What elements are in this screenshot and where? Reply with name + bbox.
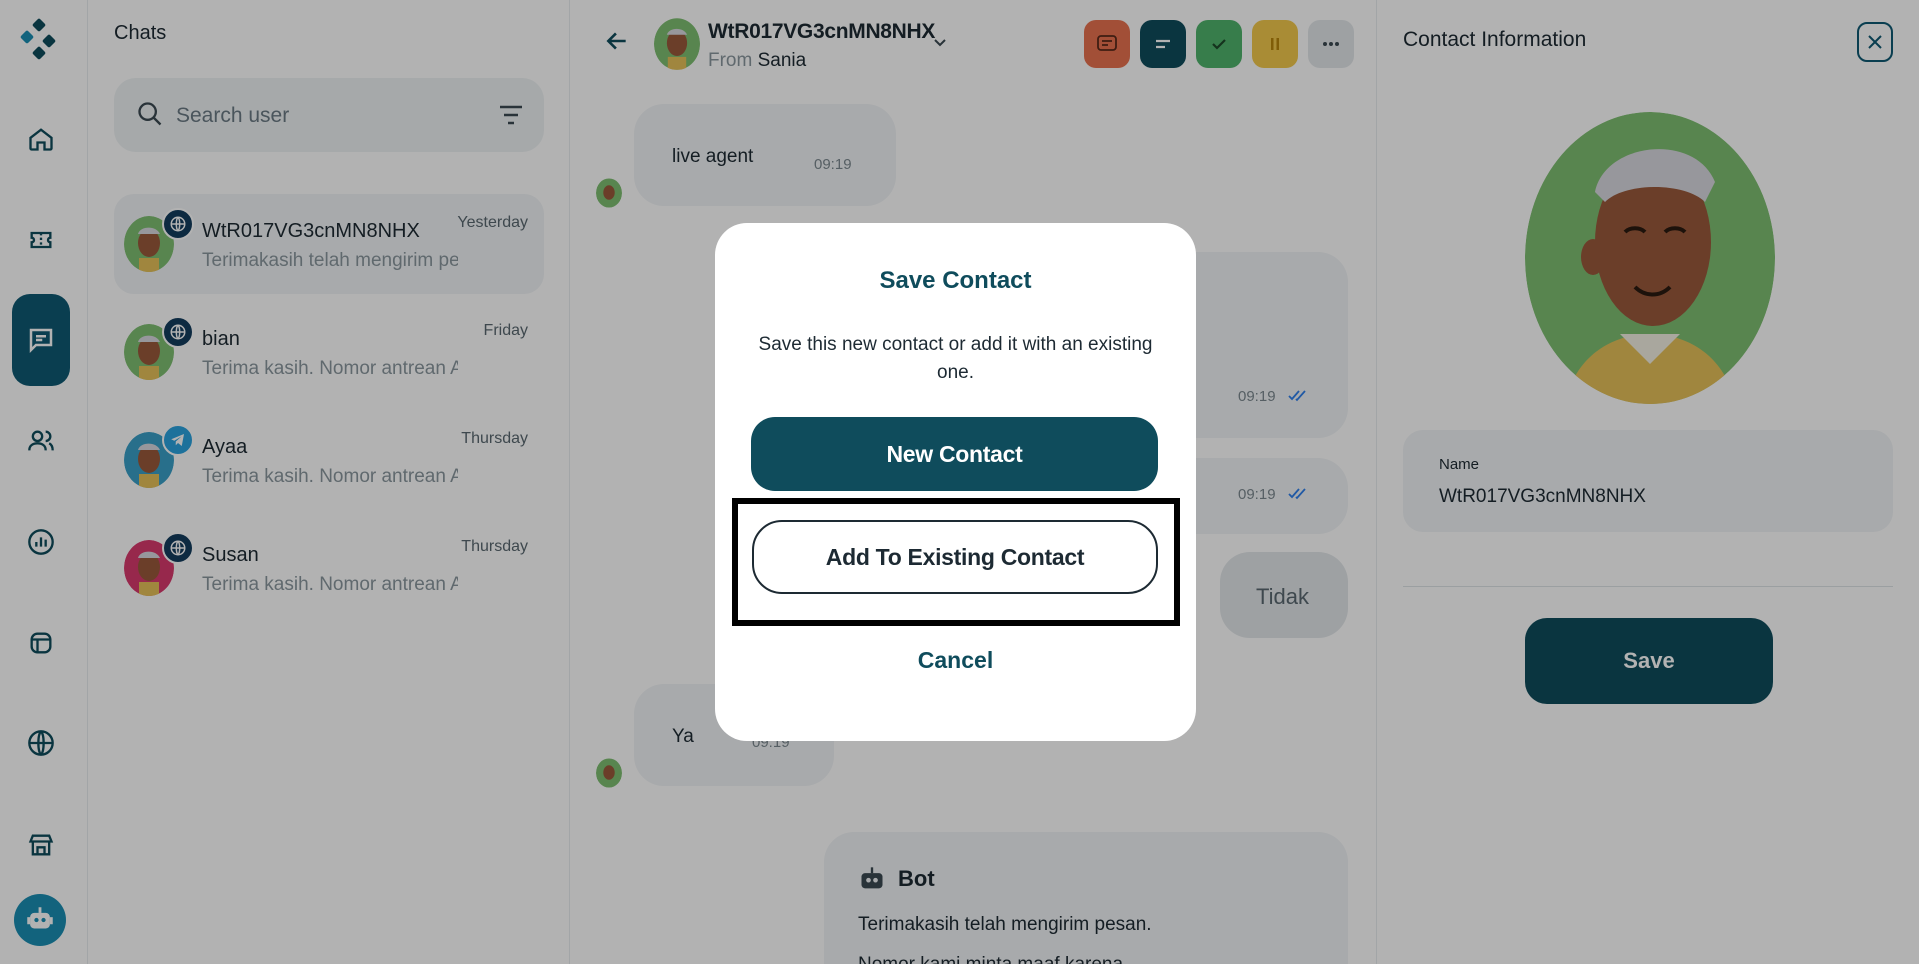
save-contact-modal: Save Contact Save this new contact or ad…: [715, 223, 1196, 741]
add-to-existing-contact-button[interactable]: Add To Existing Contact: [752, 520, 1158, 594]
modal-description: Save this new contact or add it with an …: [758, 334, 1153, 383]
modal-title: Save Contact: [879, 267, 1032, 294]
cancel-button[interactable]: Cancel: [715, 647, 1196, 674]
new-contact-button[interactable]: New Contact: [751, 417, 1158, 491]
